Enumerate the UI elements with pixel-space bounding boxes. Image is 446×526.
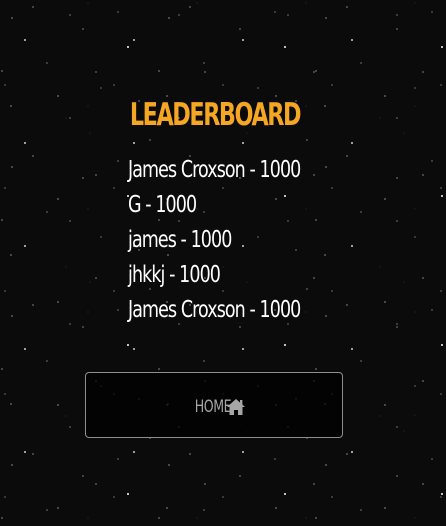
- home-button-content: HOME: [86, 396, 342, 418]
- leaderboard-list: James Croxson - 1000 G - 1000 james - 10…: [128, 153, 355, 328]
- leaderboard-entry-4: jhkkj - 1000: [128, 262, 221, 288]
- leaderboard-entry-1: James Croxson - 1000: [128, 157, 301, 183]
- leaderboard-entry-5: James Croxson - 1000: [128, 297, 301, 323]
- home-button[interactable]: HOME: [85, 372, 343, 438]
- home-button-label: HOME: [195, 397, 232, 417]
- leaderboard-entry-3: james - 1000: [128, 227, 232, 253]
- leaderboard-entry-2: G - 1000: [128, 192, 197, 218]
- leaderboard-title: LEADERBOARD: [129, 97, 302, 133]
